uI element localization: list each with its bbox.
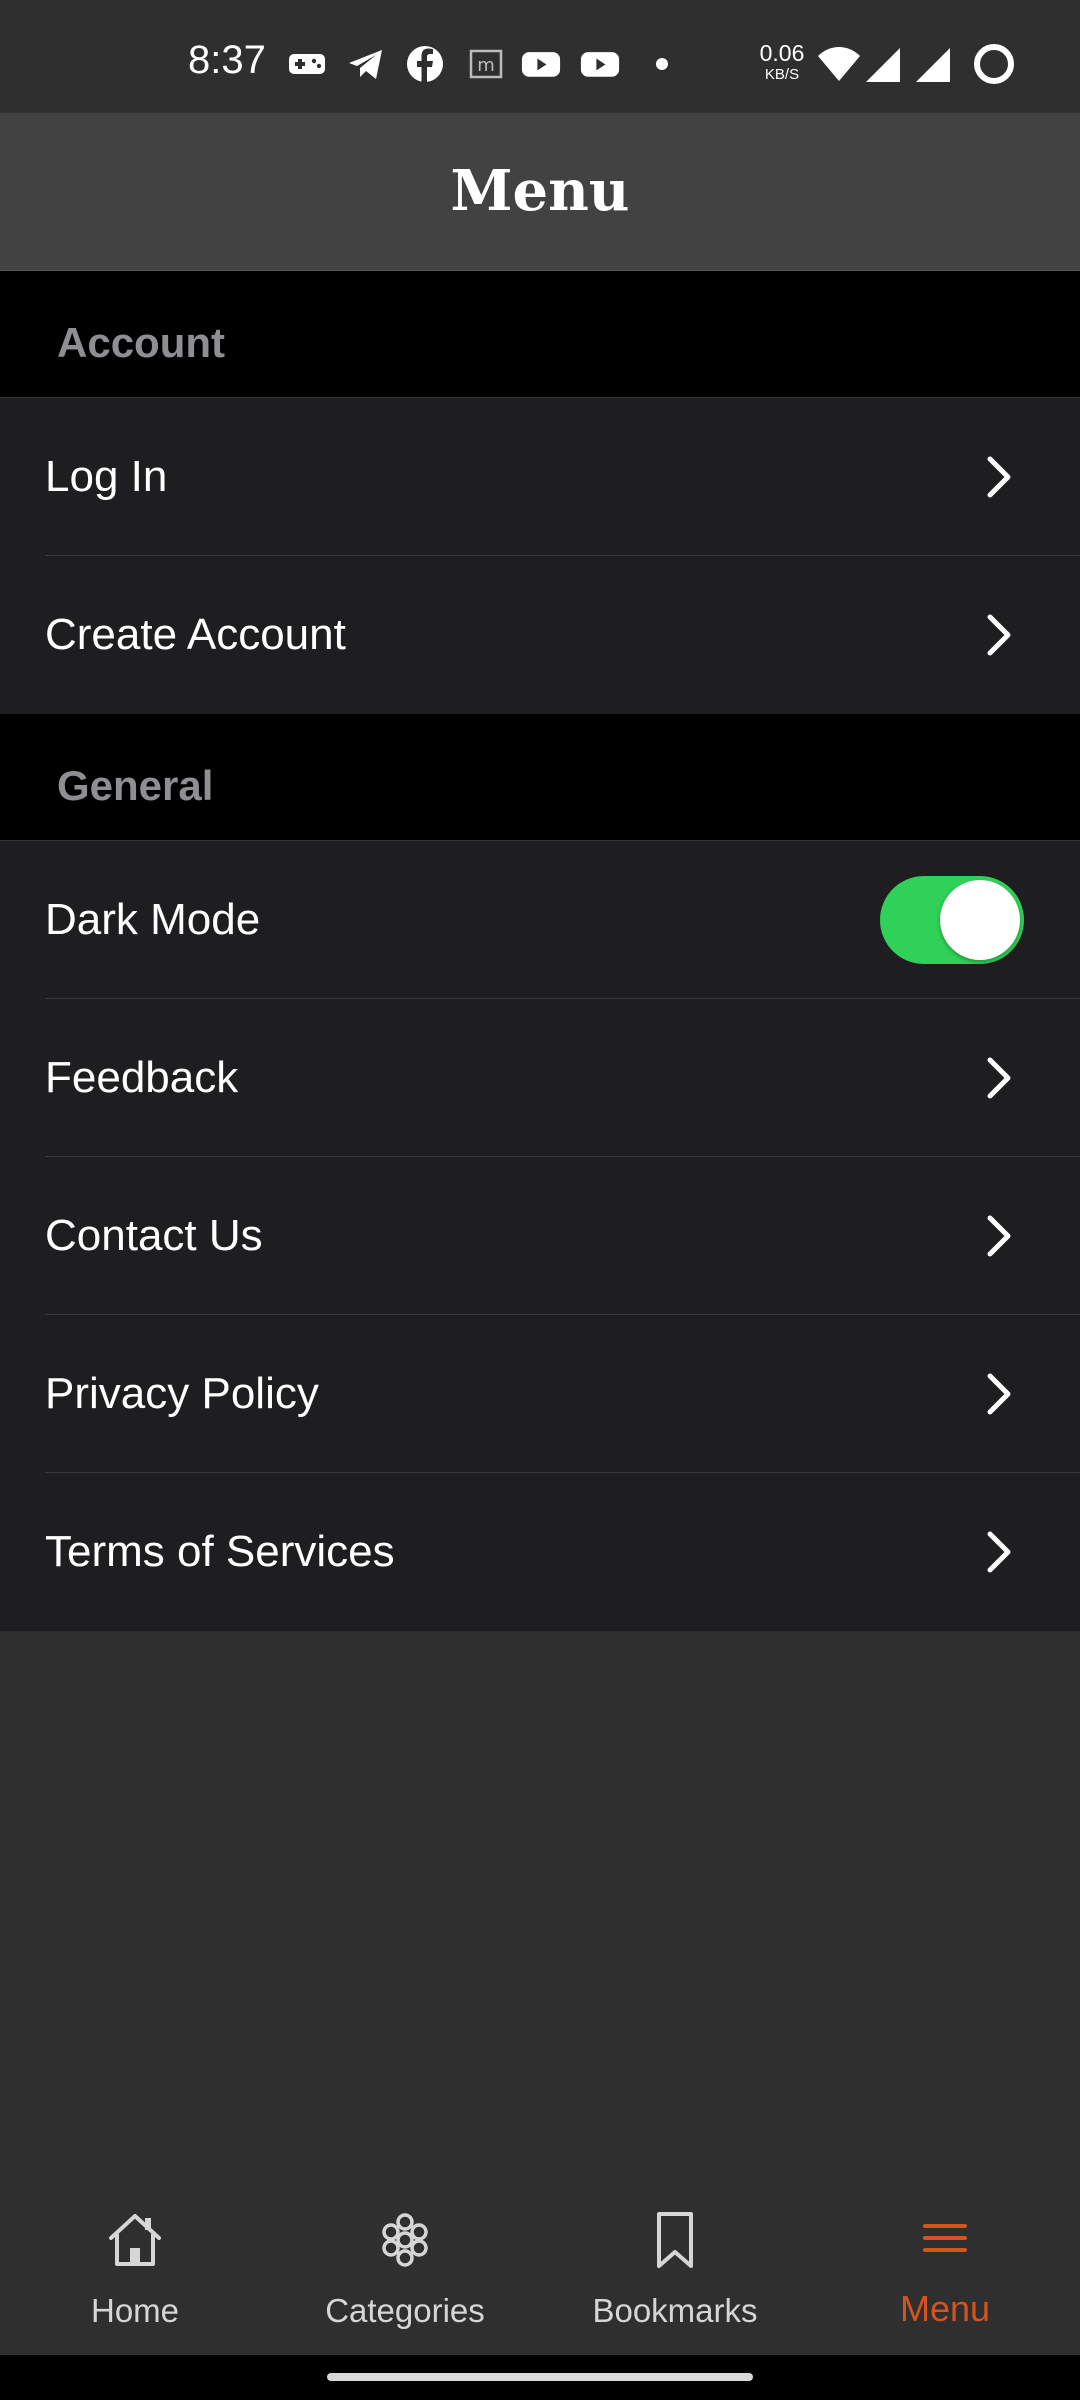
system-navigation-bar (0, 2355, 1080, 2400)
nav-label-home: Home (90, 2292, 180, 2329)
section-title-general: General (57, 762, 214, 809)
nav-label-menu: Menu (899, 2288, 991, 2329)
chevron-right-icon (987, 614, 1011, 656)
home-icon (109, 2214, 161, 2266)
status-bar: 8:37 m 0.06 KB/S (0, 0, 1080, 113)
menu-item-create-account[interactable]: Create Account (0, 556, 1080, 714)
menu-item-feedback[interactable]: Feedback (0, 999, 1080, 1157)
signal-icon (916, 48, 950, 82)
menu-item-dark-mode: Dark Mode (0, 841, 1080, 999)
youtube-icon (580, 52, 620, 77)
section-header-account: Account (0, 271, 1080, 398)
nav-item-home[interactable]: Home (0, 2170, 270, 2355)
status-time: 8:37 (188, 38, 266, 82)
chevron-right-icon (987, 1215, 1011, 1257)
menu-icon (923, 2224, 967, 2252)
chevron-right-icon (987, 1057, 1011, 1099)
nav-item-menu[interactable]: Menu (810, 2170, 1080, 2355)
svg-text:m: m (477, 55, 495, 76)
page-title: Menu (450, 158, 630, 224)
home-indicator[interactable] (327, 2373, 753, 2381)
toggle-knob (940, 880, 1020, 960)
menu-list: Account Log In Create Account General Da… (0, 271, 1080, 1631)
nav-label-bookmarks: Bookmarks (592, 2292, 758, 2329)
section-title-account: Account (57, 319, 225, 366)
nav-item-categories[interactable]: Categories (270, 2170, 540, 2355)
battery-ring-icon (974, 44, 1014, 84)
network-speed: 0.06 KB/S (752, 40, 812, 83)
menu-item-label: Feedback (45, 1053, 239, 1102)
bookmark-icon (657, 2212, 693, 2268)
menu-item-label: Log In (45, 452, 168, 501)
dark-mode-toggle[interactable] (880, 876, 1024, 964)
chevron-right-icon (987, 1531, 1011, 1573)
menu-item-privacy-policy[interactable]: Privacy Policy (0, 1315, 1080, 1473)
categories-icon (382, 2213, 428, 2267)
facebook-icon (407, 46, 443, 82)
app-header: Menu (0, 113, 1080, 271)
gamepad-icon (289, 54, 325, 74)
nav-item-bookmarks[interactable]: Bookmarks (540, 2170, 810, 2355)
menu-item-label: Privacy Policy (45, 1369, 319, 1418)
menu-item-terms-of-services[interactable]: Terms of Services (0, 1473, 1080, 1631)
signal-icon (866, 48, 900, 82)
app-m-icon: m (469, 49, 503, 79)
menu-item-log-in[interactable]: Log In (0, 398, 1080, 556)
network-speed-value: 0.06 (759, 40, 805, 66)
telegram-icon (349, 50, 382, 79)
menu-item-label: Dark Mode (45, 895, 261, 944)
nav-label-categories: Categories (325, 2292, 485, 2329)
youtube-icon (521, 52, 561, 77)
menu-item-label: Create Account (45, 610, 346, 659)
network-speed-unit: KB/S (764, 66, 800, 83)
dot-icon (656, 58, 668, 70)
chevron-right-icon (987, 456, 1011, 498)
bottom-nav: Home Categories Bookmarks Menu (0, 2170, 1080, 2355)
wifi-icon (818, 47, 860, 81)
app-screen: 8:37 m 0.06 KB/S Menu Account Log In Cre… (0, 0, 1080, 2400)
chevron-right-icon (987, 1373, 1011, 1415)
menu-item-label: Terms of Services (45, 1527, 395, 1576)
section-header-general: General (0, 714, 1080, 841)
menu-item-contact-us[interactable]: Contact Us (0, 1157, 1080, 1315)
menu-item-label: Contact Us (45, 1211, 263, 1260)
